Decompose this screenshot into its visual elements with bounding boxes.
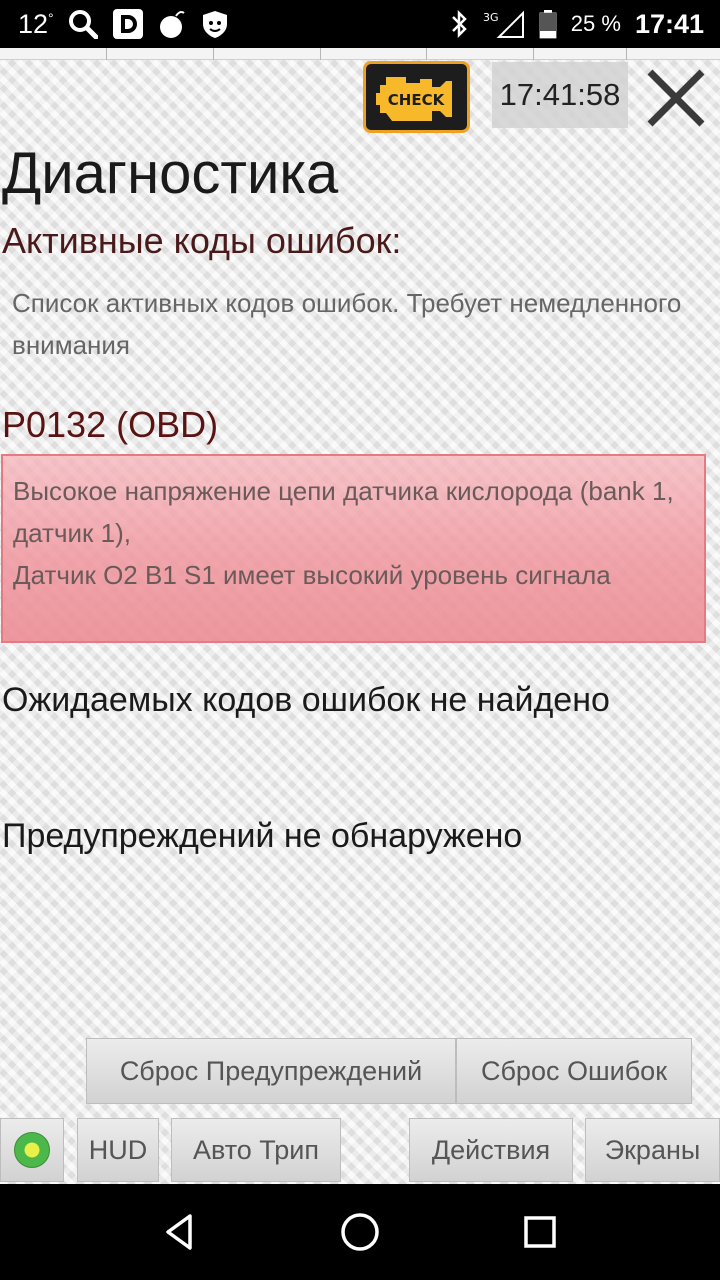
close-button[interactable] [640, 62, 712, 134]
error-code-details[interactable]: Высокое напряжение цепи датчика кислород… [1, 454, 706, 643]
reset-codes-button[interactable]: Сброс Ошибок [456, 1038, 692, 1104]
connection-status-icon [14, 1132, 50, 1168]
session-clock: 17:41:58 [492, 62, 628, 128]
home-icon [341, 1213, 379, 1251]
battery-percent: 25 % [570, 11, 621, 36]
error-code-description-line2: Датчик O2 B1 S1 имеет высокий уровень си… [13, 560, 611, 590]
navigation-bar [0, 1184, 720, 1280]
signal-icon: 3G [483, 9, 525, 39]
bomb-icon [158, 9, 186, 39]
error-code-description-line1: Высокое напряжение цепи датчика кислород… [13, 476, 674, 548]
active-codes-title: Активные коды ошибок: [2, 220, 402, 261]
reset-warnings-button[interactable]: Сброс Предупреждений [86, 1038, 456, 1104]
pending-codes-status: Ожидаемых кодов ошибок не найдено [2, 681, 610, 719]
search-icon [68, 9, 98, 39]
auto-trip-button[interactable]: Авто Трип [171, 1118, 341, 1182]
back-icon [166, 1214, 192, 1250]
status-bar-time: 17:41 [634, 8, 704, 39]
temperature-readout: 12° [18, 8, 54, 39]
active-codes-description: Список активных кодов ошибок. Требует не… [12, 288, 682, 360]
status-bar-right: 3G 25 % 17:41 [449, 9, 720, 40]
error-code[interactable]: P0132 (OBD) [2, 404, 218, 446]
check-engine-button[interactable]: CHECK [363, 61, 470, 133]
page-title: Диагностика [2, 141, 339, 206]
recents-icon [524, 1216, 556, 1248]
actions-button[interactable]: Действия [409, 1118, 573, 1182]
battery-icon [539, 9, 557, 39]
shield-lion-icon [200, 9, 230, 39]
connection-status-button[interactable] [0, 1118, 64, 1182]
close-icon [647, 69, 705, 127]
diagnostics-screen: CHECK 17:41:58 Диагностика Активные коды… [0, 48, 720, 1184]
svg-text:CHECK: CHECK [387, 91, 445, 109]
status-bar: 12° 3G 25 % 17:41 [0, 0, 720, 48]
back-button[interactable] [150, 1202, 210, 1262]
warnings-status: Предупреждений не обнаружено [2, 817, 523, 855]
status-bar-left: 12° [0, 8, 230, 40]
svg-text:3G: 3G [483, 11, 499, 24]
hud-button[interactable]: HUD [77, 1118, 159, 1182]
home-button[interactable] [330, 1202, 390, 1262]
bluetooth-icon [449, 9, 469, 39]
check-engine-icon: CHECK [375, 77, 452, 121]
screens-button[interactable]: Экраны [585, 1118, 720, 1182]
ruler-strip [0, 48, 720, 60]
recents-button[interactable] [510, 1202, 570, 1262]
d-app-icon [112, 8, 144, 40]
